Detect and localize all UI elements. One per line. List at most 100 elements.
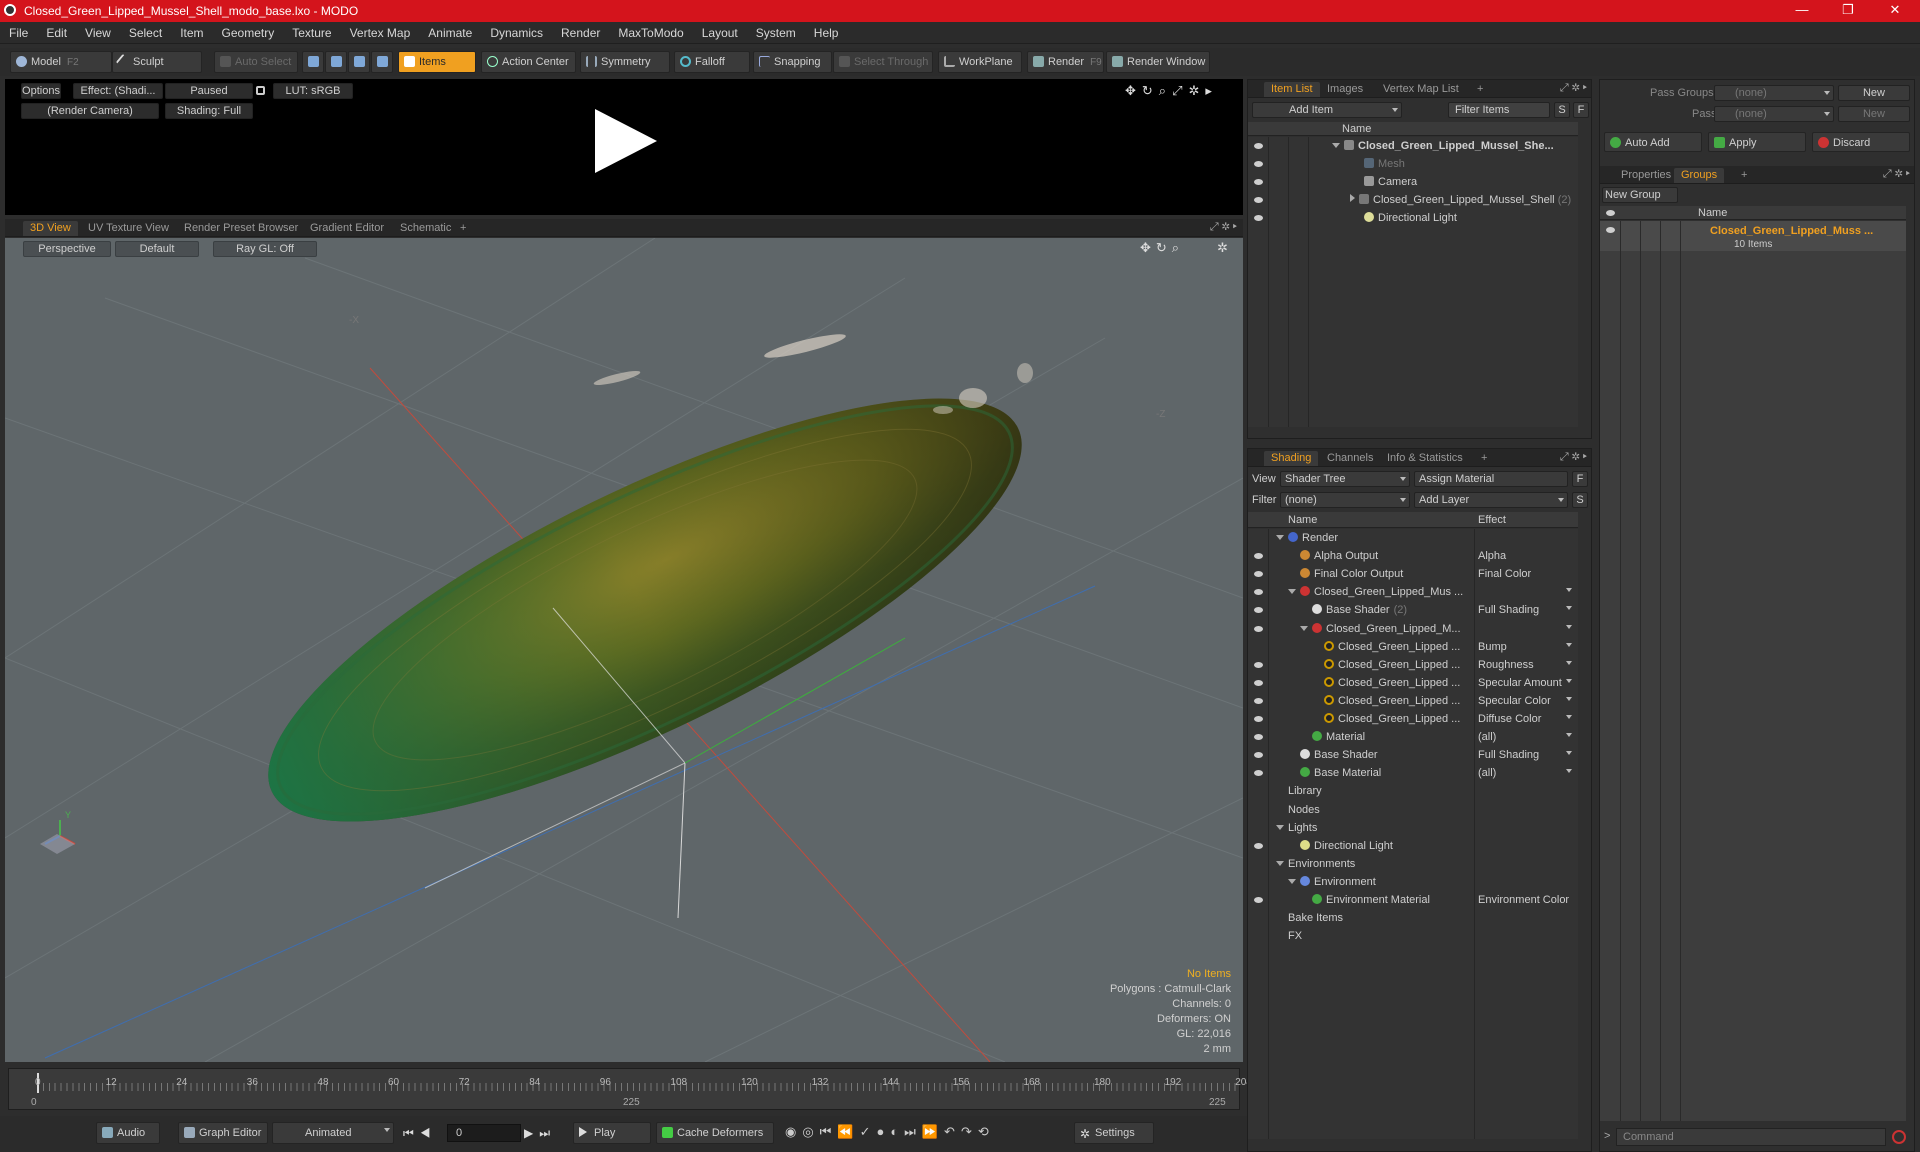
minimize-button[interactable]: —	[1787, 2, 1817, 17]
shader-row[interactable]: Nodes	[1248, 801, 1578, 819]
preview-paused-button[interactable]: Paused	[165, 83, 253, 99]
shading-f-button[interactable]: F	[1572, 471, 1588, 487]
shader-effect-dropdown[interactable]: Environment Color	[1478, 891, 1574, 909]
graph-editor-button[interactable]: Graph Editor	[178, 1122, 268, 1144]
shader-row[interactable]: Closed_Green_Lipped ... Roughness	[1248, 656, 1578, 674]
shader-effect-dropdown[interactable]: Alpha	[1478, 547, 1574, 565]
panel-controls-icon[interactable]: ⤢ ✲ ▸	[1560, 451, 1587, 464]
expand-arrow-icon[interactable]	[1332, 143, 1340, 148]
viewport-settings-icon[interactable]: ✲	[1217, 240, 1228, 256]
visibility-eye-icon[interactable]	[1254, 661, 1263, 668]
preview-effect-dropdown[interactable]: Effect: (Shadi...	[73, 83, 163, 99]
shader-row[interactable]: Environment	[1248, 873, 1578, 891]
ray-gl-toggle[interactable]: Ray GL: Off	[213, 241, 317, 257]
timeline[interactable]: 0 12 24 36 48 60 72 84 96 108 120 132 144 156 168 180 19…	[8, 1068, 1322, 1110]
menu-edit[interactable]: Edit	[37, 22, 76, 44]
shading-s-button[interactable]: S	[1572, 492, 1588, 508]
shader-row[interactable]: FX	[1248, 927, 1578, 945]
expand-arrow-icon[interactable]	[1288, 878, 1296, 884]
lock-icon[interactable]	[256, 86, 265, 95]
visibility-eye-icon[interactable]	[1254, 179, 1263, 185]
visibility-eye-icon[interactable]	[1254, 752, 1263, 759]
render-camera-dropdown[interactable]: (Render Camera)	[21, 103, 159, 119]
shader-effect-dropdown[interactable]: Diffuse Color	[1478, 710, 1574, 728]
shader-row[interactable]: Closed_Green_Lipped_M...	[1248, 620, 1578, 638]
new-pass-button[interactable]: New	[1838, 106, 1910, 122]
expand-arrow-icon[interactable]	[1350, 194, 1355, 202]
visibility-eye-icon[interactable]	[1254, 571, 1263, 578]
search-s-button[interactable]: S	[1554, 102, 1570, 118]
menu-maxtomodo[interactable]: MaxToModo	[609, 22, 692, 44]
edges-mode-button[interactable]	[325, 51, 347, 73]
preview-view-controls-icon[interactable]: ✥↻⌕⤢✲▸	[1125, 83, 1218, 99]
tab-gradient-editor[interactable]: Gradient Editor	[303, 221, 391, 236]
visibility-eye-icon[interactable]	[1254, 716, 1263, 722]
render-button[interactable]: Render F9	[1027, 51, 1104, 73]
shader-row[interactable]: Final Color Output Final Color	[1248, 565, 1578, 583]
falloff-button[interactable]: Falloff	[674, 51, 750, 73]
menu-geometry[interactable]: Geometry	[213, 22, 284, 44]
shader-effect-dropdown[interactable]: (all)	[1478, 728, 1574, 746]
expand-arrow-icon[interactable]	[1276, 860, 1284, 866]
default-shading-dropdown[interactable]: Default	[115, 241, 199, 257]
menu-animate[interactable]: Animate	[419, 22, 481, 44]
visibility-eye-icon[interactable]	[1254, 697, 1263, 704]
new-pass-group-button[interactable]: New	[1838, 85, 1910, 101]
audio-button[interactable]: Audio	[96, 1122, 160, 1144]
preview-options-button[interactable]: Options	[21, 83, 61, 99]
item-row-mesh[interactable]: Mesh	[1248, 155, 1578, 173]
visibility-eye-icon[interactable]	[1254, 197, 1263, 203]
shader-effect-dropdown[interactable]: Specular Amount	[1478, 674, 1574, 692]
visibility-eye-icon[interactable]	[1606, 227, 1615, 233]
vertices-mode-button[interactable]	[302, 51, 324, 73]
tab-properties[interactable]: Properties	[1614, 168, 1678, 183]
menu-render[interactable]: Render	[552, 22, 609, 44]
key-controls-icons[interactable]: ◉◎⏮⏪✓●◐⏭⏩↶↷⟲	[785, 1124, 995, 1140]
lut-dropdown[interactable]: LUT: sRGB	[273, 83, 353, 99]
shader-effect-dropdown[interactable]: Full Shading	[1478, 601, 1574, 619]
auto-add-button[interactable]: Auto Add	[1604, 132, 1702, 152]
shader-row[interactable]: Closed_Green_Lipped ... Bump	[1248, 638, 1578, 656]
visibility-eye-icon[interactable]	[1254, 897, 1263, 903]
pass-groups-dropdown[interactable]: (none)	[1714, 85, 1834, 101]
menu-texture[interactable]: Texture	[283, 22, 340, 44]
shader-row[interactable]: Directional Light	[1248, 837, 1578, 855]
assign-material-dropdown[interactable]: Assign Material	[1414, 471, 1568, 487]
tab-item-list[interactable]: Item List	[1264, 82, 1320, 97]
chevron-down-icon[interactable]	[1566, 606, 1572, 611]
chevron-down-icon[interactable]	[1566, 624, 1572, 629]
expand-arrow-icon[interactable]	[1300, 625, 1308, 631]
shader-row[interactable]: Lights	[1248, 819, 1578, 837]
materials-mode-button[interactable]	[371, 51, 393, 73]
tab-render-preset-browser[interactable]: Render Preset Browser	[177, 221, 305, 236]
close-button[interactable]: ✕	[1880, 2, 1910, 18]
settings-button[interactable]: ✲ Settings	[1074, 1122, 1154, 1144]
polygons-mode-button[interactable]	[348, 51, 370, 73]
tab-images[interactable]: Images	[1320, 82, 1370, 97]
shader-effect-dropdown[interactable]: Bump	[1478, 638, 1574, 656]
shader-row[interactable]: Bake Items	[1248, 909, 1578, 927]
viewport-3d[interactable]: Perspective Default Ray GL: Off ✥↻⌕ ✲ -X…	[5, 238, 1243, 1062]
auto-select-button[interactable]: Auto Select	[214, 51, 298, 73]
render-window-button[interactable]: Render Window	[1106, 51, 1210, 73]
shading-dropdown[interactable]: Shading: Full	[165, 103, 253, 119]
chevron-down-icon[interactable]	[1566, 769, 1572, 774]
item-row-camera[interactable]: Camera	[1248, 173, 1578, 191]
visibility-eye-icon[interactable]	[1254, 842, 1263, 849]
view-dropdown[interactable]: Shader Tree	[1280, 471, 1410, 487]
add-item-dropdown[interactable]: Add Item	[1252, 102, 1402, 118]
items-mode-button[interactable]: Items	[398, 51, 476, 73]
new-group-button[interactable]: New Group	[1602, 187, 1678, 203]
add-tab-button[interactable]: +	[453, 221, 473, 236]
sculpt-mode-button[interactable]: Sculpt	[112, 51, 202, 73]
menu-file[interactable]: File	[0, 22, 37, 44]
play-button[interactable]: Play	[573, 1122, 651, 1144]
menu-system[interactable]: System	[747, 22, 805, 44]
expand-arrow-icon[interactable]	[1276, 535, 1284, 540]
shader-effect-dropdown[interactable]: Roughness	[1478, 656, 1574, 674]
chevron-down-icon[interactable]	[1566, 588, 1572, 593]
model-mode-button[interactable]: Model F2	[10, 51, 112, 73]
shader-effect-dropdown[interactable]: (all)	[1478, 764, 1574, 782]
visibility-eye-icon[interactable]	[1254, 734, 1263, 741]
tab-shading[interactable]: Shading	[1264, 451, 1319, 466]
